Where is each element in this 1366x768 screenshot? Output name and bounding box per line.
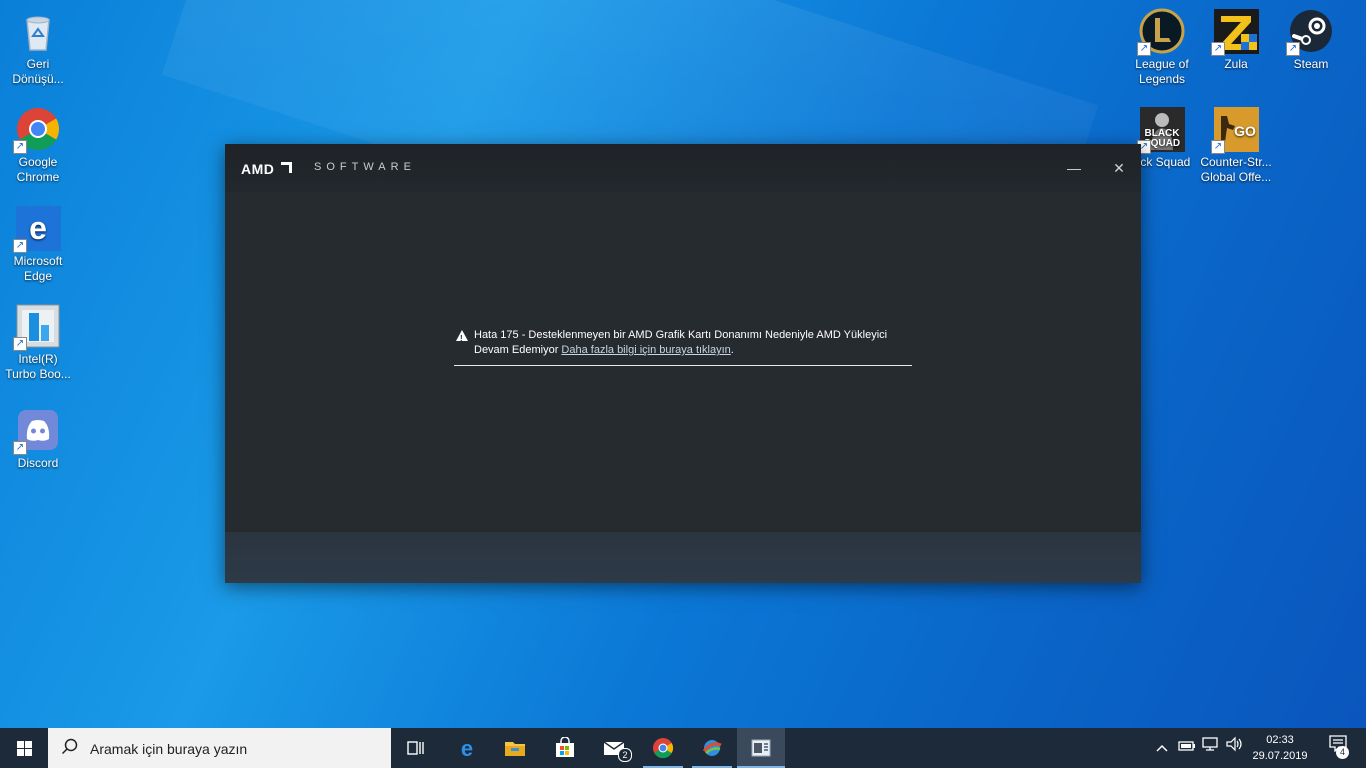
- window-titlebar[interactable]: AMD SOFTWARE — ✕: [225, 144, 1141, 192]
- clock-date: 29.07.2019: [1252, 750, 1308, 762]
- desktop-icon-zula[interactable]: ↗ Zula: [1198, 8, 1274, 72]
- error-message: Hata 175 - Desteklenmeyen bir AMD Grafik…: [454, 328, 912, 358]
- action-center-button[interactable]: 4: [1318, 728, 1358, 768]
- amd-installer-icon: [750, 737, 772, 759]
- desktop-icon-label: Microsoft Edge: [13, 254, 63, 283]
- window-footer: [225, 532, 1141, 583]
- desktop-icon-csgo[interactable]: GO ↗ Counter-Str... Global Offe...: [1198, 106, 1274, 185]
- desktop-icon-league-of-legends[interactable]: ↗ League of Legends: [1124, 8, 1200, 87]
- mail-badge: 2: [618, 748, 632, 762]
- task-view-icon: [405, 737, 427, 759]
- svg-text:e: e: [29, 210, 47, 246]
- window-title: SOFTWARE: [314, 161, 416, 173]
- svg-text:GO: GO: [1234, 123, 1256, 139]
- desktop-icon-discord[interactable]: ↗ Discord: [0, 407, 76, 471]
- svg-text:e: e: [461, 737, 473, 759]
- link-suffix: .: [730, 344, 734, 356]
- shortcut-arrow-icon: ↗: [1286, 42, 1300, 56]
- clock-time: 02:33: [1266, 734, 1294, 746]
- shortcut-arrow-icon: ↗: [13, 337, 27, 351]
- csgo-icon: GO ↗: [1211, 106, 1260, 154]
- desktop-icon-recycle-bin[interactable]: Geri Dönüşü...: [0, 8, 76, 87]
- desktop-icon-microsoft-edge[interactable]: e ↗ Microsoft Edge: [0, 205, 76, 284]
- network-icon: [1202, 737, 1220, 755]
- desktop-icon-label: Steam: [1293, 57, 1329, 71]
- shortcut-arrow-icon: ↗: [13, 239, 27, 253]
- desktop-icon-label: Intel(R) Turbo Boo...: [5, 352, 71, 381]
- installer-icon: [701, 737, 723, 759]
- desktop-icon-label: Discord: [17, 456, 59, 470]
- shortcut-arrow-icon: ↗: [1137, 42, 1151, 56]
- shortcut-arrow-icon: ↗: [1211, 42, 1225, 56]
- recycle-bin-icon: [15, 8, 61, 54]
- chrome-icon: ↗: [13, 106, 61, 154]
- desktop-icon-label: League of Legends: [1135, 57, 1189, 86]
- black-squad-icon: BLACK SQUAD ↗: [1137, 106, 1186, 154]
- window-content: [225, 192, 1141, 532]
- taskbar-mail-button[interactable]: 2: [590, 728, 638, 768]
- shortcut-arrow-icon: ↗: [13, 441, 27, 455]
- desktop-icon-label: Google Chrome: [16, 155, 60, 184]
- taskbar-file-explorer-button[interactable]: [491, 728, 539, 768]
- desktop-icon-label: Geri Dönüşü...: [12, 57, 64, 86]
- shortcut-arrow-icon: ↗: [13, 140, 27, 154]
- taskbar-store-button[interactable]: [541, 728, 589, 768]
- notification-badge: 4: [1336, 746, 1349, 759]
- desktop-icon-steam[interactable]: ↗ Steam: [1273, 8, 1349, 72]
- battery-icon: [1178, 740, 1196, 755]
- minimize-button[interactable]: —: [1062, 158, 1086, 178]
- volume-tray-button[interactable]: [1224, 728, 1246, 768]
- zula-icon: ↗: [1211, 8, 1260, 56]
- taskbar: e 2: [0, 728, 1366, 768]
- windows-logo-icon: [17, 741, 32, 756]
- edge-icon: e: [456, 736, 478, 761]
- desktop-icon-label: Counter-Str... Global Offe...: [1200, 155, 1272, 184]
- close-button[interactable]: ✕: [1107, 158, 1131, 178]
- store-icon: [554, 736, 576, 759]
- amd-software-window: AMD SOFTWARE — ✕ Hata 175 - Desteklenmey…: [225, 144, 1141, 583]
- taskbar-installer-button[interactable]: [688, 728, 736, 768]
- intel-turbo-boost-icon: ↗: [13, 303, 61, 351]
- speaker-icon: [1226, 736, 1244, 755]
- taskbar-clock[interactable]: 02:33 29.07.2019: [1248, 732, 1312, 764]
- edge-icon: e ↗: [13, 205, 62, 253]
- divider: [454, 365, 912, 366]
- more-info-link[interactable]: Daha fazla bilgi için buraya tıklayın: [561, 344, 730, 356]
- search-icon: [61, 738, 79, 761]
- start-button[interactable]: [0, 728, 48, 768]
- amd-logo-arrow-icon: [281, 162, 292, 173]
- taskbar-edge-button[interactable]: e: [443, 728, 491, 768]
- taskbar-amd-installer-button[interactable]: [737, 728, 785, 768]
- taskbar-search[interactable]: [48, 728, 391, 768]
- desktop-icon-intel-turbo-boost[interactable]: ↗ Intel(R) Turbo Boo...: [0, 303, 76, 382]
- show-hidden-icons-button[interactable]: [1153, 728, 1171, 768]
- discord-icon: ↗: [13, 407, 61, 455]
- warning-icon: [456, 330, 468, 346]
- file-explorer-icon: [504, 737, 526, 759]
- desktop-icon-google-chrome[interactable]: ↗ Google Chrome: [0, 106, 76, 185]
- league-of-legends-icon: ↗: [1137, 8, 1185, 56]
- chrome-icon: [652, 737, 674, 759]
- shortcut-arrow-icon: ↗: [1211, 140, 1225, 154]
- chevron-up-icon: [1156, 740, 1168, 755]
- task-view-button[interactable]: [392, 728, 440, 768]
- battery-tray-button[interactable]: [1176, 728, 1198, 768]
- steam-icon: ↗: [1286, 8, 1334, 56]
- desktop-icon-label: Zula: [1224, 57, 1248, 71]
- search-input[interactable]: [88, 738, 382, 760]
- amd-logo: AMD: [241, 161, 275, 177]
- taskbar-chrome-button[interactable]: [639, 728, 687, 768]
- network-tray-button[interactable]: [1200, 728, 1222, 768]
